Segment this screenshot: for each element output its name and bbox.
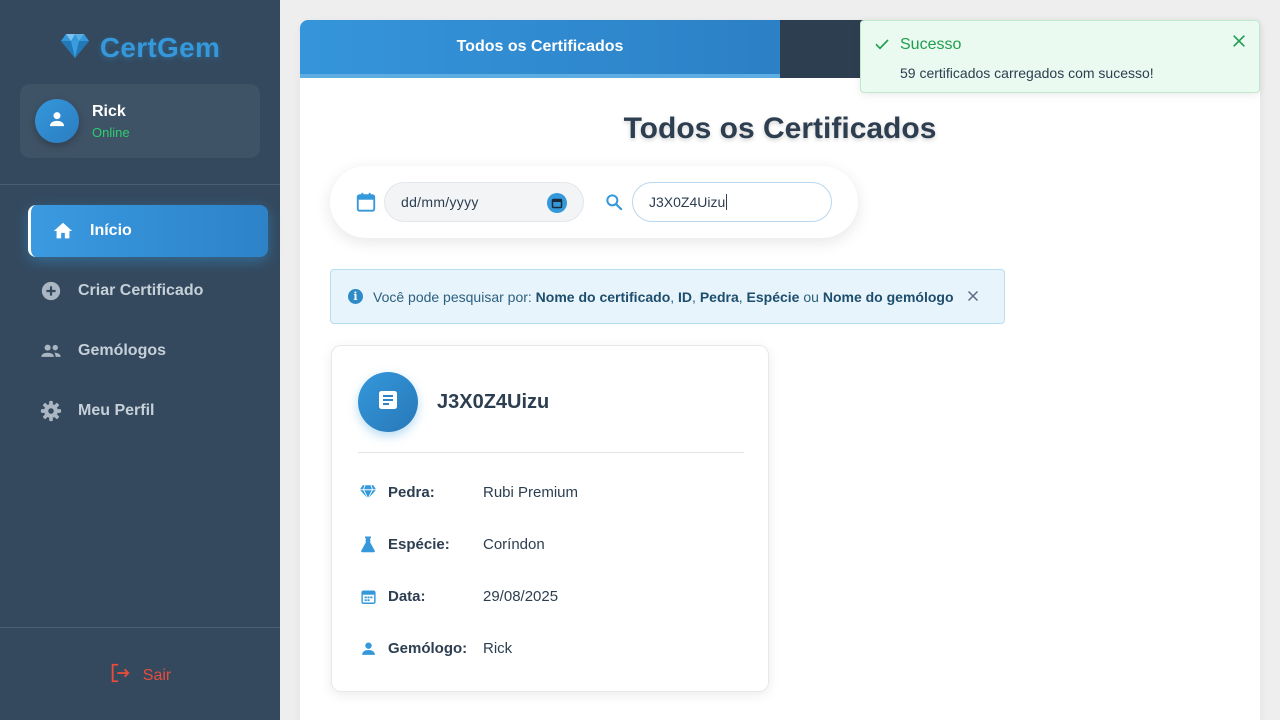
close-icon[interactable] (964, 287, 982, 305)
calendar-icon (355, 191, 377, 213)
date-filter-input[interactable]: dd/mm/yyyy (384, 182, 584, 222)
sidebar-divider (0, 627, 280, 628)
user-name: Rick (92, 102, 126, 120)
toast-message: 59 certificados carregados com sucesso! (900, 65, 1154, 81)
check-icon (874, 36, 890, 52)
certificate-field-especie: Espécie: Coríndon (358, 532, 545, 556)
search-value: J3X0Z4Uizu (649, 194, 726, 210)
search-hint-text: Você pode pesquisar por: Nome do certifi… (373, 288, 954, 305)
flask-icon (358, 534, 378, 554)
logout-button[interactable]: Sair (0, 662, 280, 689)
document-icon (376, 388, 400, 417)
add-circle-icon (40, 280, 62, 302)
diamond-icon (358, 482, 378, 502)
sidebar: CertGem Rick Online Início Criar Certifi… (0, 0, 280, 720)
toast-title: Sucesso (900, 36, 962, 53)
sidebar-nav: Início Criar Certificado Gemólogos Meu P… (28, 205, 268, 445)
sidebar-item-inicio[interactable]: Início (28, 205, 268, 257)
sidebar-item-label: Meu Perfil (78, 402, 155, 419)
app-name: CertGem (99, 32, 221, 63)
person-icon (358, 638, 378, 658)
certificate-field-gemologo: Gemólogo: Rick (358, 636, 512, 660)
page-title: Todos os Certificados (623, 112, 937, 145)
user-status: Online (92, 124, 130, 140)
certificate-field-pedra: Pedra: Rubi Premium (358, 480, 578, 504)
card-divider (358, 452, 744, 453)
certificate-field-data: Data: 29/08/2025 (358, 584, 558, 608)
filter-bar: dd/mm/yyyy J3X0Z4Uizu (330, 166, 858, 238)
tab-todos-certificados[interactable]: Todos os Certificados (300, 20, 780, 78)
info-icon: i (348, 289, 363, 304)
sidebar-item-label: Criar Certificado (78, 282, 204, 299)
avatar (35, 99, 79, 143)
success-toast: Sucesso 59 certificados carregados com s… (860, 20, 1260, 93)
search-hint-alert: i Você pode pesquisar por: Nome do certi… (330, 269, 1005, 324)
sidebar-item-label: Gemólogos (78, 342, 167, 359)
diamond-logo-icon (60, 33, 90, 64)
main-panel: Todos os Certificados Meus Certificados … (300, 20, 1260, 720)
logout-icon (109, 662, 131, 689)
user-card: Rick Online (20, 84, 260, 158)
close-icon[interactable] (1231, 33, 1247, 49)
sidebar-item-gemologos[interactable]: Gemólogos (28, 325, 268, 377)
search-input[interactable]: J3X0Z4Uizu (632, 182, 832, 222)
person-icon (47, 109, 67, 134)
home-icon (52, 220, 74, 242)
sidebar-item-criar-certificado[interactable]: Criar Certificado (28, 265, 268, 317)
sidebar-item-label: Início (90, 222, 132, 239)
search-icon (604, 192, 624, 212)
certificate-id: J3X0Z4Uizu (437, 391, 550, 413)
text-caret (726, 194, 728, 210)
sidebar-divider (0, 184, 280, 185)
calendar-picker-icon[interactable] (547, 193, 567, 213)
app-logo[interactable]: CertGem (0, 28, 280, 68)
certificate-card[interactable]: J3X0Z4Uizu Pedra: Rubi Premium Espécie: … (331, 345, 769, 692)
certificate-avatar (358, 372, 418, 432)
calendar-icon (358, 586, 378, 606)
sidebar-item-meu-perfil[interactable]: Meu Perfil (28, 385, 268, 437)
gear-icon (40, 400, 62, 422)
people-icon (40, 340, 62, 362)
logout-label: Sair (142, 666, 172, 684)
date-placeholder: dd/mm/yyyy (401, 194, 479, 210)
